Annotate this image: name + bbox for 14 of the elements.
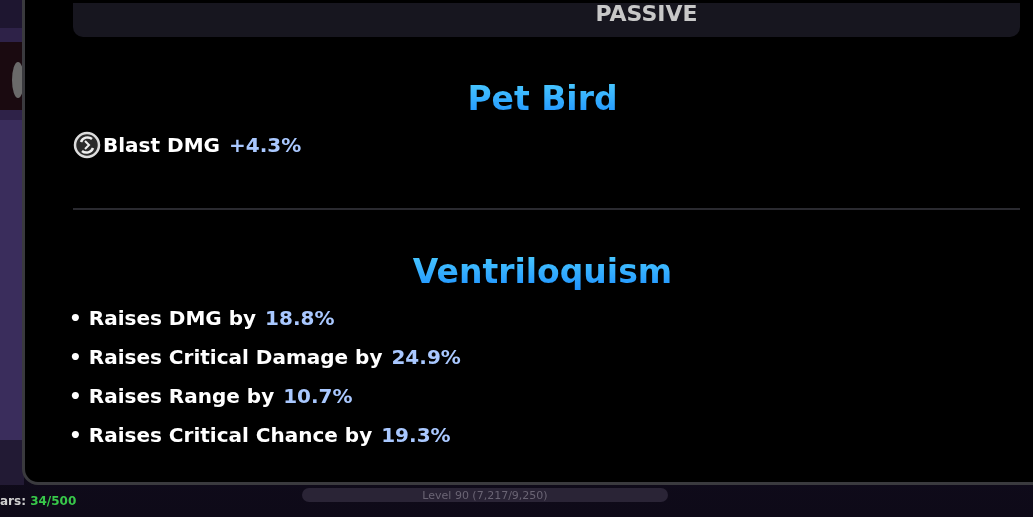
stat-label: • Raises Range by — [69, 383, 275, 408]
stat-value: 10.7% — [283, 383, 353, 408]
counter-text: ars: 34/500 — [0, 494, 77, 508]
blast-icon — [73, 130, 101, 159]
stat-label: • Raises Critical Damage by — [69, 344, 383, 369]
stat-value: +4.3% — [228, 132, 302, 157]
stat-label: • Raises DMG by — [69, 305, 257, 330]
stat-label: • Raises Critical Chance by — [69, 422, 373, 447]
level-text: Level 90 (7,217/9,250) — [422, 488, 548, 502]
stat-label: Blast DMG — [103, 132, 220, 157]
stat-value: 19.3% — [381, 422, 451, 447]
header-title: PASSIVE — [595, 3, 698, 25]
stat-value: 24.9% — [391, 344, 461, 369]
stat-value: 18.8% — [265, 305, 335, 330]
